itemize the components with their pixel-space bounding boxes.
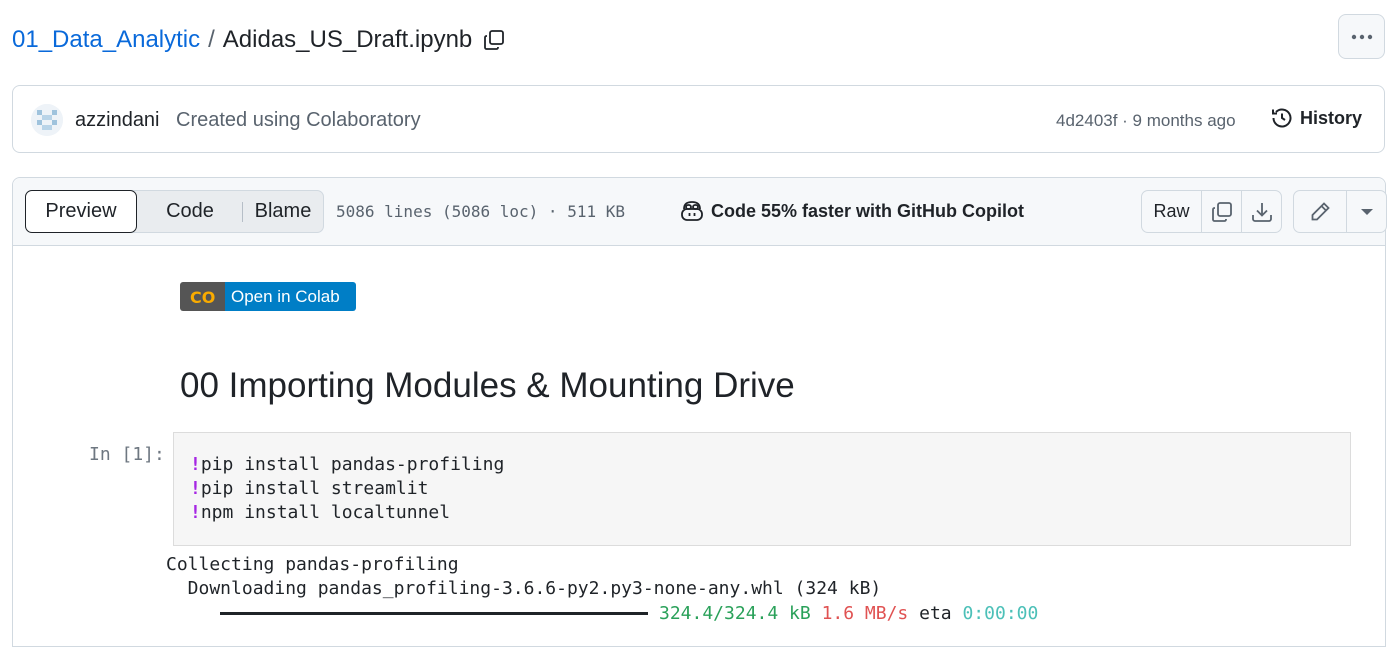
pencil-icon bbox=[1311, 201, 1330, 220]
edit-dropdown-button[interactable] bbox=[1346, 191, 1386, 232]
file-header: Preview Code Blame 5086 lines (5086 loc)… bbox=[13, 178, 1387, 246]
tab-code[interactable]: Code bbox=[138, 191, 242, 232]
code-line: !pip install streamlit bbox=[190, 478, 429, 499]
breadcrumb-separator: / bbox=[208, 26, 215, 53]
avatar[interactable] bbox=[31, 104, 63, 136]
file-viewer: Preview Code Blame 5086 lines (5086 loc)… bbox=[12, 177, 1387, 647]
raw-button[interactable]: Raw bbox=[1142, 191, 1201, 232]
code-line: !npm install localtunnel bbox=[190, 502, 451, 523]
commit-meta[interactable]: 4d2403f · 9 months ago bbox=[1056, 111, 1236, 131]
breadcrumb: 01_Data_Analytic / Adidas_US_Draft.ipynb bbox=[12, 24, 506, 56]
copilot-icon bbox=[681, 201, 703, 221]
download-button[interactable] bbox=[1241, 191, 1281, 232]
tab-blame[interactable]: Blame bbox=[243, 191, 323, 232]
triangle-down-icon bbox=[1360, 208, 1373, 215]
colab-logo: CO bbox=[180, 282, 225, 311]
output-line: Downloading pandas_profiling-3.6.6-py2.p… bbox=[166, 578, 882, 599]
history-label: History bbox=[1300, 107, 1363, 128]
history-button[interactable]: History bbox=[1270, 106, 1362, 130]
download-progress-bar bbox=[220, 612, 648, 615]
notebook-heading: 00 Importing Modules & Mounting Drive bbox=[180, 366, 795, 405]
view-mode-switch: Preview Code Blame bbox=[25, 190, 324, 233]
commit-author[interactable]: azzindani bbox=[75, 109, 160, 132]
open-in-colab-badge[interactable]: CO Open in Colab bbox=[180, 282, 356, 311]
svg-text:CO: CO bbox=[190, 288, 215, 306]
copy-raw-button[interactable] bbox=[1201, 191, 1241, 232]
edit-actions-group bbox=[1293, 190, 1387, 233]
file-name: Adidas_US_Draft.ipynb bbox=[222, 26, 473, 53]
code-cell: !pip install pandas-profiling !pip insta… bbox=[173, 432, 1351, 546]
latest-commit-box: azzindani Created using Colaboratory 4d2… bbox=[12, 85, 1385, 153]
download-icon bbox=[1251, 202, 1272, 222]
raw-actions-group: Raw bbox=[1141, 190, 1282, 233]
colab-badge-label: Open in Colab bbox=[225, 282, 356, 311]
cell-prompt: In [1]: bbox=[89, 444, 165, 465]
progress-stats: 324.4/324.4 kB 1.6 MB/s eta 0:00:00 bbox=[659, 603, 1039, 624]
copy-path-icon[interactable] bbox=[482, 28, 506, 52]
file-info: 5086 lines (5086 loc) · 511 KB bbox=[336, 202, 625, 221]
kebab-horizontal-icon bbox=[1351, 34, 1372, 39]
copy-icon bbox=[1211, 201, 1232, 222]
tab-preview[interactable]: Preview bbox=[25, 190, 137, 233]
repo-link[interactable]: 01_Data_Analytic bbox=[12, 26, 200, 54]
more-options-button[interactable] bbox=[1338, 14, 1385, 59]
copilot-promo[interactable]: Code 55% faster with GitHub Copilot bbox=[680, 200, 1024, 222]
history-icon bbox=[1272, 108, 1292, 128]
commit-message[interactable]: Created using Colaboratory bbox=[176, 109, 421, 132]
edit-button[interactable] bbox=[1294, 191, 1346, 232]
output-line: Collecting pandas-profiling bbox=[166, 554, 459, 575]
code-line: !pip install pandas-profiling bbox=[190, 454, 505, 475]
